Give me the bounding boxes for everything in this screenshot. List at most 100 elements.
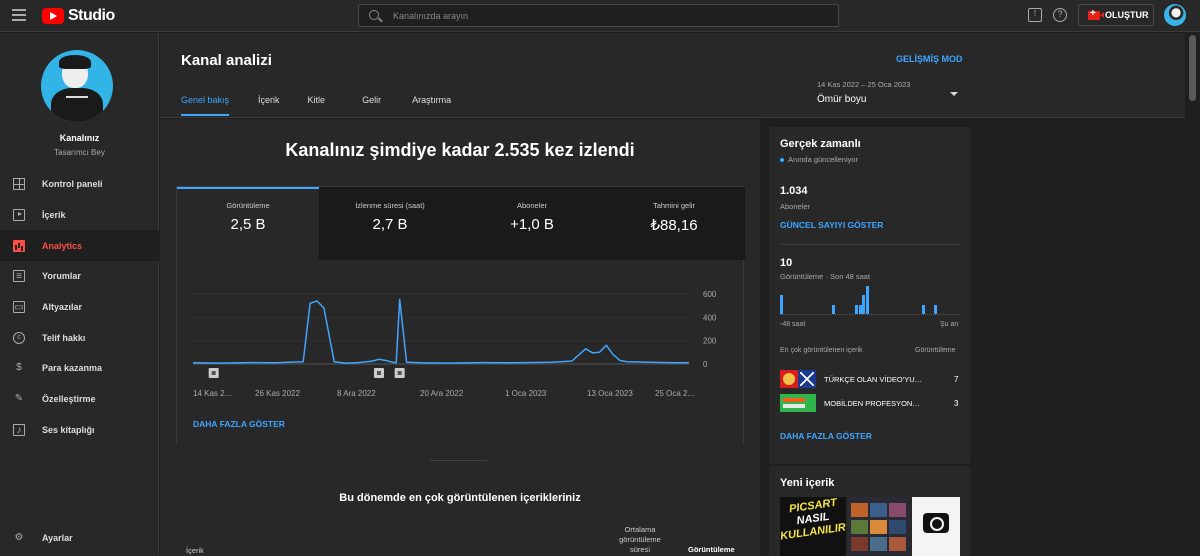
realtime-bar — [854, 304, 858, 314]
divider — [430, 460, 487, 461]
tab-research[interactable]: Araştırma — [412, 95, 451, 116]
list-item[interactable]: MOBİLDEN PROFESYONEL O... 3 — [780, 394, 962, 412]
video-thumbnail[interactable]: PICSART NASIL KULLANILIR — [780, 497, 846, 556]
column-header-avg-duration[interactable]: Ortalama görüntüleme süresi — [610, 525, 670, 555]
copyright-icon: c — [13, 331, 25, 344]
content-icon — [13, 209, 25, 222]
top-content-metric-header: Görüntüleme — [915, 347, 956, 354]
scrollbar-thumb[interactable] — [1189, 35, 1196, 101]
x-tick-label: 20 Ara 2022 — [420, 389, 464, 398]
column-header-content[interactable]: İçerik — [186, 546, 204, 555]
y-tick-label: 200 — [703, 337, 717, 346]
show-more-button[interactable]: DAHA FAZLA GÖSTER — [780, 431, 872, 441]
metric-tab-watch-time[interactable]: İzlenme süresi (saat) 2,7 B — [319, 187, 461, 260]
realtime-bar — [858, 304, 862, 314]
sidebar: Kanalınız Tasarımcı Bey Kontrol paneli İ… — [0, 33, 159, 556]
sidebar-item-label: Yorumlar — [42, 271, 81, 282]
new-content-title: Yeni içerik — [780, 477, 835, 489]
sidebar-item-analytics[interactable]: Analytics — [0, 230, 159, 262]
x-tick-label: 13 Oca 2023 — [587, 389, 633, 398]
video-marker-glyph — [377, 371, 381, 375]
menu-icon[interactable] — [12, 9, 26, 21]
date-range-text: 14 Kas 2022 – 25 Oca 2023 — [817, 80, 911, 89]
top-bar: Studio ! ? OLUŞTUR — [0, 0, 1200, 32]
realtime-bar-chart — [780, 285, 960, 315]
date-range-picker[interactable]: 14 Kas 2022 – 25 Oca 2023 Ömür boyu — [817, 80, 960, 105]
account-avatar[interactable] — [1164, 4, 1186, 26]
comments-icon: ≡ — [13, 270, 25, 283]
realtime-bar — [922, 304, 926, 314]
realtime-views-label: Görüntüleme · Son 48 saat — [780, 272, 871, 281]
sidebar-item-label: İçerik — [42, 210, 66, 221]
realtime-bar — [780, 295, 783, 314]
create-button[interactable]: OLUŞTUR — [1078, 4, 1154, 26]
advanced-mode-link[interactable]: GELİŞMİŞ MOD — [896, 54, 963, 64]
sidebar-item-label: Ses kitaplığı — [42, 424, 95, 435]
monetization-icon: $ — [16, 362, 22, 374]
sidebar-item-label: Özelleştirme — [42, 394, 96, 405]
x-tick-label: 1 Oca 2023 — [505, 389, 547, 398]
analytics-icon — [13, 239, 25, 252]
sidebar-item-dashboard[interactable]: Kontrol paneli — [0, 169, 159, 200]
realtime-bar — [933, 304, 937, 314]
video-thumbnail — [780, 394, 816, 412]
help-icon[interactable]: ? — [1053, 8, 1067, 22]
list-item[interactable]: TÜRKÇE OLAN VİDEO'YU İNGİ... 7 — [780, 370, 962, 388]
search-box[interactable] — [358, 4, 839, 27]
photo-collage-thumbnail[interactable] — [848, 497, 910, 556]
feedback-icon[interactable]: ! — [1028, 8, 1042, 22]
views-chart: 0 200 400 600 14 Kas 2... 26 Kas 2022 8 Ara 20… — [177, 260, 743, 444]
metric-value: +1,0 B — [510, 216, 554, 233]
realtime-bar — [862, 295, 866, 314]
search-icon[interactable] — [369, 10, 379, 20]
tab-revenue[interactable]: Gelir — [362, 95, 381, 116]
metric-tab-views[interactable]: Görüntüleme 2,5 B — [177, 187, 319, 260]
youtube-studio-logo[interactable]: Studio — [42, 7, 115, 25]
views-series-line — [192, 298, 690, 364]
metric-tab-revenue[interactable]: Tahmini gelir ₺88,16 — [603, 187, 745, 260]
column-header-views[interactable]: Görüntüleme — [688, 545, 735, 554]
tab-content[interactable]: İçerik — [258, 95, 280, 116]
sidebar-item-label: Analytics — [42, 240, 83, 251]
sidebar-item-subtitles[interactable]: ▭ Altyazılar — [0, 292, 159, 323]
top-content-title: Bu dönemde en çok görüntülenen içerikler… — [339, 492, 581, 504]
camera-thumbnail[interactable] — [912, 497, 960, 556]
video-title: TÜRKÇE OLAN VİDEO'YU İNGİ... — [824, 375, 924, 384]
sidebar-item-monetization[interactable]: $ Para kazanma — [0, 353, 159, 384]
x-tick-label: 25 Oca 2... — [655, 389, 694, 398]
sidebar-item-audio-library[interactable]: ♪ Ses kitaplığı — [0, 415, 159, 446]
x-tick-label: 8 Ara 2022 — [337, 389, 376, 398]
camera-icon — [923, 513, 949, 533]
channel-name: Kanalınız — [59, 133, 100, 143]
realtime-bar — [832, 304, 836, 314]
metric-tab-subscribers[interactable]: Aboneler +1,0 B — [461, 187, 603, 260]
metric-label: Görüntüleme — [226, 201, 270, 210]
video-marker-glyph — [211, 371, 216, 375]
sidebar-item-comments[interactable]: ≡ Yorumlar — [0, 261, 159, 292]
realtime-axis-end: Şu an — [940, 321, 959, 328]
sidebar-item-label: Ayarlar — [42, 533, 73, 544]
sidebar-item-customization[interactable]: ✎ Özelleştirme — [0, 384, 159, 415]
scrollbar[interactable] — [1185, 33, 1200, 556]
sidebar-item-settings[interactable]: ⚙ Ayarlar — [0, 523, 159, 554]
sidebar-item-content[interactable]: İçerik — [0, 200, 159, 231]
metrics-panel: Görüntüleme 2,5 B İzlenme süresi (saat) … — [176, 186, 745, 444]
channel-avatar[interactable] — [41, 50, 113, 122]
search-input[interactable] — [393, 8, 813, 23]
show-more-button[interactable]: DAHA FAZLA GÖSTER — [193, 419, 285, 429]
create-label: OLUŞTUR — [1105, 10, 1149, 20]
gear-icon: ⚙ — [14, 532, 24, 544]
main-content: Kanal analizi GELİŞMİŞ MOD Genel bakış İ… — [160, 33, 1200, 556]
y-tick-label: 600 — [703, 290, 717, 299]
customization-icon: ✎ — [14, 393, 24, 405]
subtitles-icon: ▭ — [13, 301, 25, 314]
sidebar-item-copyright[interactable]: c Telif hakkı — [0, 322, 159, 353]
show-live-count-button[interactable]: GÜNCEL SAYIYI GÖSTER — [780, 220, 883, 230]
period-label: Ömür boyu — [817, 94, 867, 105]
views-line-chart: 0 200 400 600 14 Kas 2... 26 Kas 2022 8 Ara 20… — [192, 290, 717, 398]
metric-value: 2,5 B — [230, 216, 266, 233]
channel-subtitle: Tasarımcı Bey — [54, 148, 105, 157]
new-content-thumbnails[interactable]: PICSART NASIL KULLANILIR — [780, 497, 960, 556]
tab-overview[interactable]: Genel bakış — [181, 95, 230, 116]
tab-audience[interactable]: Kitle — [308, 95, 326, 116]
